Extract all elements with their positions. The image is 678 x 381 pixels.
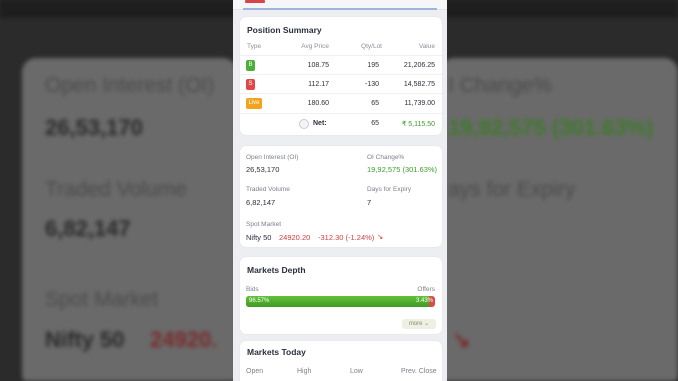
bg-oi-label: Open Interest (OI) — [45, 74, 215, 97]
col-header-value: Value — [418, 43, 435, 50]
position-summary-title: Position Summary — [247, 25, 322, 35]
col-header-qty: Qty/Lot — [361, 43, 382, 50]
top-strip — [233, 0, 447, 10]
phone-screen: Position Summary Type Avg Price Qty/Lot … — [233, 0, 447, 381]
markets-today-card: Markets Today Open High Low Prev. Close — [240, 341, 442, 381]
value: 21,206.25 — [403, 62, 435, 69]
avg-price: 112.17 — [308, 81, 329, 88]
live-tag: Live — [246, 98, 262, 109]
bids-percent: 96.57% — [249, 298, 270, 304]
bg-trend-icon: ↘ — [452, 327, 471, 352]
spot-change: -312.30 (-1.24%) — [318, 233, 375, 242]
offers-label: Offers — [417, 286, 435, 293]
qty: 65 — [371, 100, 379, 107]
bg-spot-label: Spot Market — [45, 288, 159, 311]
position-row-buy[interactable]: B 108.75 195 21,206.25 — [240, 55, 442, 74]
market-depth-card: Markets Depth Bids Offers 96.57% 3.43% m… — [240, 257, 442, 334]
bg-volume-label: Traded Volume — [45, 178, 187, 201]
oi-change-value: 19,92,575 (301.63%) — [367, 165, 438, 174]
bg-days-expiry-label: ays for Expiry — [448, 178, 576, 201]
col-high: High — [297, 368, 312, 375]
oi-change-label: OI Change% — [367, 154, 405, 161]
net-qty: 65 — [371, 120, 379, 127]
qty: 195 — [367, 62, 379, 69]
top-red-indicator — [245, 0, 265, 3]
bg-spot-price: 24920. — [150, 327, 218, 352]
days-expiry-label: Days for Expiry — [367, 186, 412, 193]
bg-oi-change-value: 19,92,575 (301.63%) — [448, 115, 654, 140]
col-header-avg-price: Avg Price — [301, 43, 329, 50]
oi-value: 26,53,170 — [246, 165, 280, 174]
spot-index: Nifty 50 — [246, 233, 272, 242]
bg-oi-value: 26,53,170 — [45, 115, 143, 140]
net-value: ₹ 5,115.50 — [401, 121, 435, 128]
qty: -130 — [364, 81, 379, 88]
offers-percent: 3.43% — [415, 298, 433, 304]
col-header-type: Type — [247, 43, 262, 50]
position-summary-card: Position Summary Type Avg Price Qty/Lot … — [240, 17, 442, 135]
bg-spot-index: Nifty 50 — [45, 327, 125, 352]
bg-right-card — [440, 58, 678, 381]
net-label: Net: — [313, 120, 327, 127]
col-low: Low — [350, 368, 363, 375]
traded-volume-label: Traded Volume — [246, 186, 290, 193]
bg-oi-change-label: I Change% — [448, 74, 552, 97]
position-row-live[interactable]: Live 180.60 65 11,739.00 — [240, 93, 442, 112]
top-blue-border — [243, 8, 437, 10]
buy-tag: B — [246, 60, 255, 71]
bids-fill — [246, 296, 429, 307]
net-toggle-icon[interactable] — [299, 119, 309, 129]
col-open: Open — [246, 368, 264, 375]
open-interest-card: Open Interest (OI) 26,53,170 OI Change% … — [240, 146, 442, 247]
avg-price: 180.60 — [307, 100, 329, 107]
col-prev-close: Prev. Close — [401, 368, 437, 375]
markets-today-title: Markets Today — [247, 347, 306, 357]
value: 11,739.00 — [404, 100, 435, 107]
depth-bar: 96.57% 3.43% — [246, 296, 435, 307]
more-button[interactable]: more ⌄ — [402, 319, 436, 329]
bids-label: Bids — [246, 286, 259, 293]
position-row-net: Net: 65 ₹ 5,115.50 — [240, 113, 442, 132]
oi-label: Open Interest (OI) — [246, 154, 299, 161]
spot-price: 24920.20 — [279, 233, 311, 242]
days-expiry-value: 7 — [367, 198, 372, 207]
sell-tag: S — [246, 79, 255, 90]
position-row-sell[interactable]: S 112.17 -130 14,582.75 — [240, 74, 442, 93]
spot-market-label: Spot Market — [246, 221, 282, 228]
traded-volume-value: 6,82,147 — [246, 198, 276, 207]
value: 14,582.75 — [403, 81, 435, 88]
avg-price: 108.75 — [307, 62, 329, 69]
bg-volume-value: 6,82,147 — [45, 216, 131, 241]
market-depth-title: Markets Depth — [247, 265, 306, 275]
trend-down-icon: ↘ — [377, 232, 384, 241]
